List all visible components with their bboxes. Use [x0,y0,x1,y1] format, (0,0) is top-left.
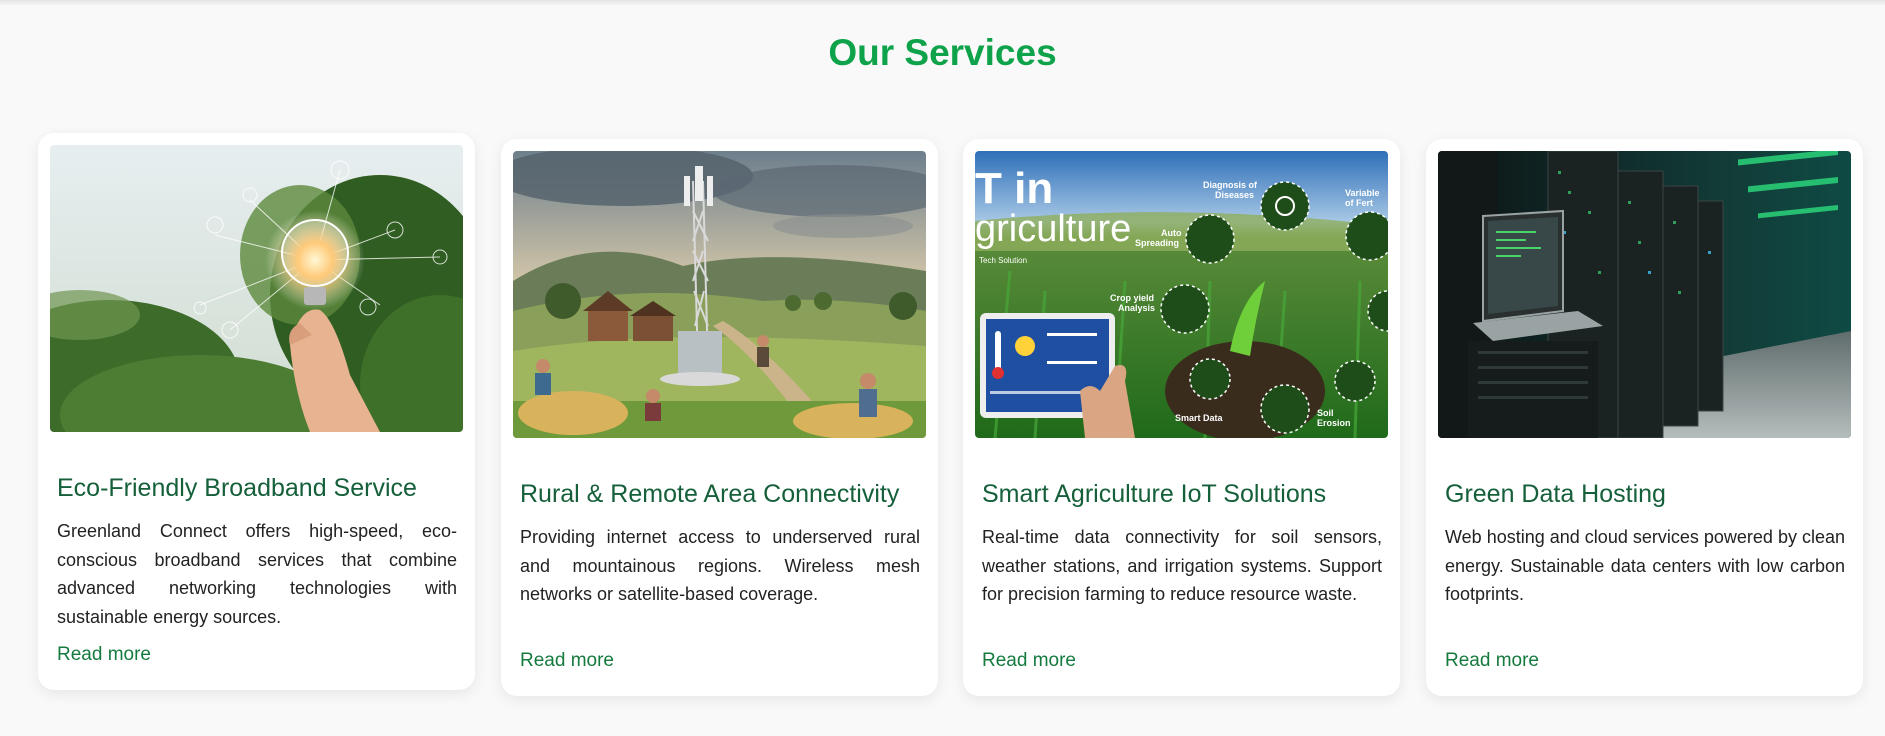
card-description: Greenland Connect offers high-speed, eco… [57,521,457,627]
variable-label: Variable [1345,188,1380,198]
card-description: Providing internet access to underserved… [520,527,920,604]
green-hosting-image [1438,151,1851,438]
lightbulb-hand-illustration [50,145,463,432]
variable-label-2: of Fert [1345,198,1373,208]
card-description: Web hosting and cloud services powered b… [1445,527,1845,604]
iot-title-text-2: griculture [975,208,1131,250]
auto-label: Auto [1161,228,1182,238]
diag-label-2: Diseases [1215,190,1254,200]
service-card-green-hosting: Green Data Hosting Web hosting and cloud… [1426,139,1863,696]
card-title: Green Data Hosting [1445,480,1666,508]
read-more-link[interactable]: Read more [57,644,257,666]
card-title: Eco-Friendly Broadband Service [57,474,417,502]
iot-subtitle-text: Tech Solution [979,256,1027,265]
rural-tower-illustration [513,151,926,438]
iot-agriculture-illustration: T in griculture Tech Solution Diagnosis … [975,151,1388,438]
service-card-rural-connectivity: Rural & Remote Area Connectivity Providi… [501,139,938,696]
section-title: Our Services [828,32,1057,73]
auto-label-2: Spreading [1135,238,1179,248]
card-description: Real-time data connectivity for soil sen… [982,527,1382,604]
rural-connectivity-image [513,151,926,438]
smart-agriculture-image: T in griculture Tech Solution Diagnosis … [975,151,1388,438]
top-shadow-bar [0,0,1885,5]
read-more-link[interactable]: Read more [1445,650,1645,672]
service-card-eco-broadband: Eco-Friendly Broadband Service Greenland… [38,133,475,690]
crop-label: Crop yield [1110,293,1154,303]
soil-label: Soil [1317,408,1334,418]
card-title: Smart Agriculture IoT Solutions [982,480,1327,508]
read-more-link[interactable]: Read more [520,650,720,672]
crop-label-2: Analysis [1118,303,1155,313]
data-center-illustration [1438,151,1851,438]
smart-data-label: Smart Data [1175,413,1224,423]
diag-label: Diagnosis of [1203,180,1258,190]
read-more-link[interactable]: Read more [982,650,1182,672]
service-card-smart-agriculture: T in griculture Tech Solution Diagnosis … [963,139,1400,696]
eco-broadband-image [50,145,463,432]
iot-title-text: T in [975,164,1053,213]
card-title: Rural & Remote Area Connectivity [520,480,900,508]
soil-label-2: Erosion [1317,418,1351,428]
